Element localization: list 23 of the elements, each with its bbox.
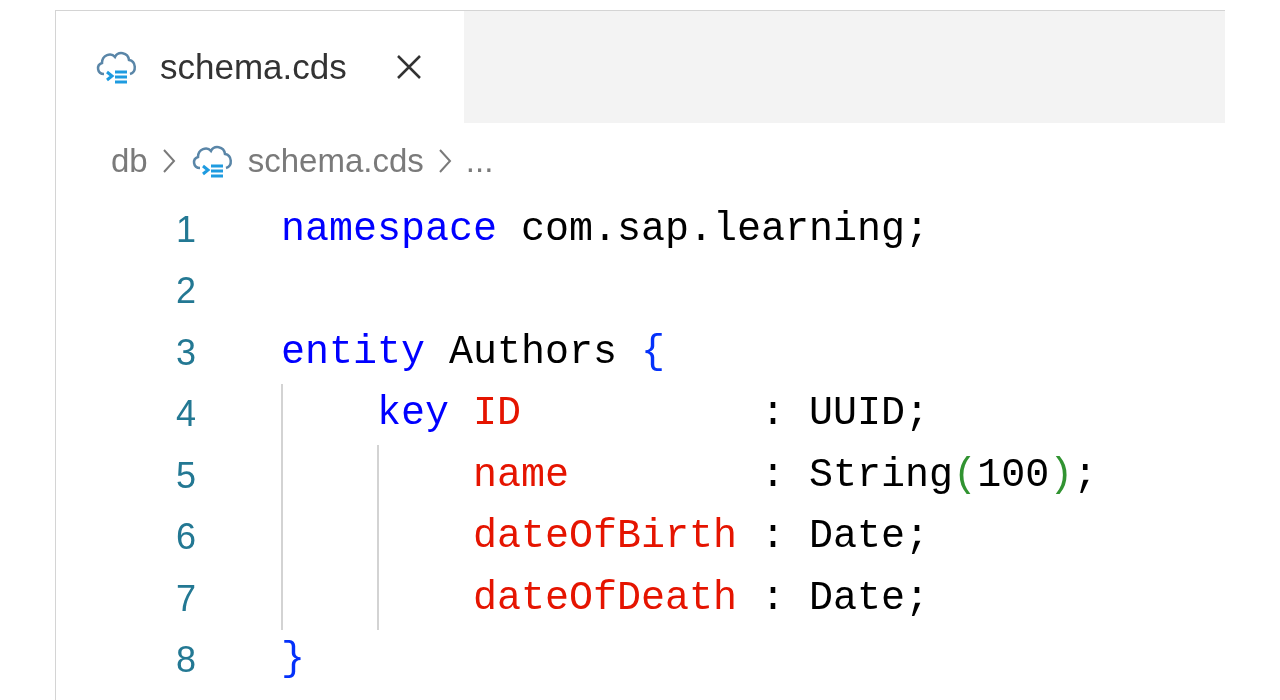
- breadcrumb-more[interactable]: ...: [465, 136, 494, 186]
- line-number: 6: [174, 515, 196, 560]
- chevron-icon: [437, 148, 452, 174]
- line-number: 8: [174, 638, 196, 683]
- editor-tab[interactable]: schema.cds: [56, 11, 464, 123]
- code-line: key ID : UUID;: [376, 390, 930, 439]
- line-number: 7: [174, 576, 196, 621]
- line-number: 3: [174, 330, 196, 375]
- breadcrumb-item[interactable]: schema.cds: [247, 136, 424, 186]
- chevron-icon: [161, 148, 176, 174]
- code-line: }: [281, 636, 305, 685]
- line-number: 4: [174, 392, 196, 437]
- line-number: 2: [174, 269, 196, 314]
- code-line: name : String(100);: [472, 451, 1098, 500]
- line-number: 5: [174, 453, 196, 498]
- code-line: dateOfBirth : Date;: [472, 513, 930, 562]
- line-number: 1: [174, 207, 196, 252]
- code-line: dateOfDeath : Date;: [472, 574, 930, 623]
- breadcrumb-item[interactable]: db: [111, 136, 148, 186]
- code-line: entity Authors {: [281, 328, 666, 377]
- code-line: namespace com.sap.learning;: [281, 205, 930, 254]
- close-icon[interactable]: [394, 53, 423, 81]
- tab-label: schema.cds: [160, 45, 347, 88]
